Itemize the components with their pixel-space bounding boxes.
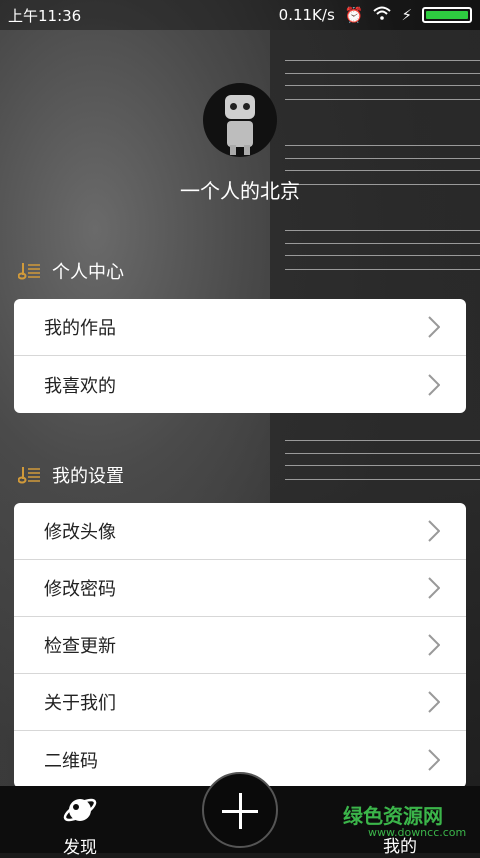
status-time: 上午11:36: [8, 6, 82, 25]
chevron-right-icon: [428, 634, 440, 656]
charging-icon: ⚡: [401, 6, 412, 24]
planet-icon: [63, 798, 97, 822]
status-bar: 上午11:36 0.11K/s ⏰ ⚡: [0, 0, 480, 30]
chevron-right-icon: [428, 316, 440, 338]
music-note-icon: [18, 263, 40, 280]
menu-item-label: 我喜欢的: [44, 375, 116, 397]
menu-item-label: 关于我们: [44, 693, 116, 714]
alarm-icon: ⏰: [344, 6, 364, 24]
wifi-icon: [373, 6, 392, 24]
section-title: 个人中心: [52, 262, 124, 283]
menu-item-label: 检查更新: [44, 636, 116, 657]
personal-center-card: 我的作品 我喜欢的: [14, 299, 466, 413]
tab-discover[interactable]: 发现: [50, 792, 110, 858]
menu-item-label: 修改密码: [44, 579, 116, 600]
section-header-personal-center: 个人中心: [18, 258, 124, 284]
avatar[interactable]: [203, 83, 277, 157]
menu-item-check-update[interactable]: 检查更新: [14, 617, 466, 674]
chevron-right-icon: [428, 691, 440, 713]
watermark-logo: 绿色资源网: [343, 804, 443, 828]
chevron-right-icon: [428, 520, 440, 542]
robot-icon: [225, 95, 255, 119]
menu-item-my-likes[interactable]: 我喜欢的: [14, 356, 466, 413]
watermark-url: www.downcc.com: [368, 826, 467, 839]
settings-card: 修改头像 修改密码 检查更新 关于我们 二维码: [14, 503, 466, 788]
music-note-icon: [18, 467, 40, 484]
username: 一个人的北京: [180, 179, 300, 203]
section-header-my-settings: 我的设置: [18, 462, 124, 488]
tab-discover-label: 发现: [63, 838, 97, 858]
add-button[interactable]: [202, 772, 278, 848]
menu-item-my-works[interactable]: 我的作品: [14, 299, 466, 356]
music-staff: [285, 440, 480, 480]
menu-item-label: 我的作品: [44, 318, 116, 339]
menu-item-label: 修改头像: [44, 522, 116, 543]
menu-item-label: 二维码: [44, 750, 98, 772]
menu-item-change-avatar[interactable]: 修改头像: [14, 503, 466, 560]
chevron-right-icon: [428, 373, 440, 396]
menu-item-about-us[interactable]: 关于我们: [14, 674, 466, 731]
battery-icon: [422, 7, 472, 23]
menu-item-change-password[interactable]: 修改密码: [14, 560, 466, 617]
network-speed: 0.11K/s: [278, 6, 335, 24]
music-staff: [285, 60, 480, 100]
section-title: 我的设置: [52, 466, 124, 487]
music-staff: [285, 230, 480, 270]
chevron-right-icon: [428, 577, 440, 599]
chevron-right-icon: [428, 748, 440, 771]
